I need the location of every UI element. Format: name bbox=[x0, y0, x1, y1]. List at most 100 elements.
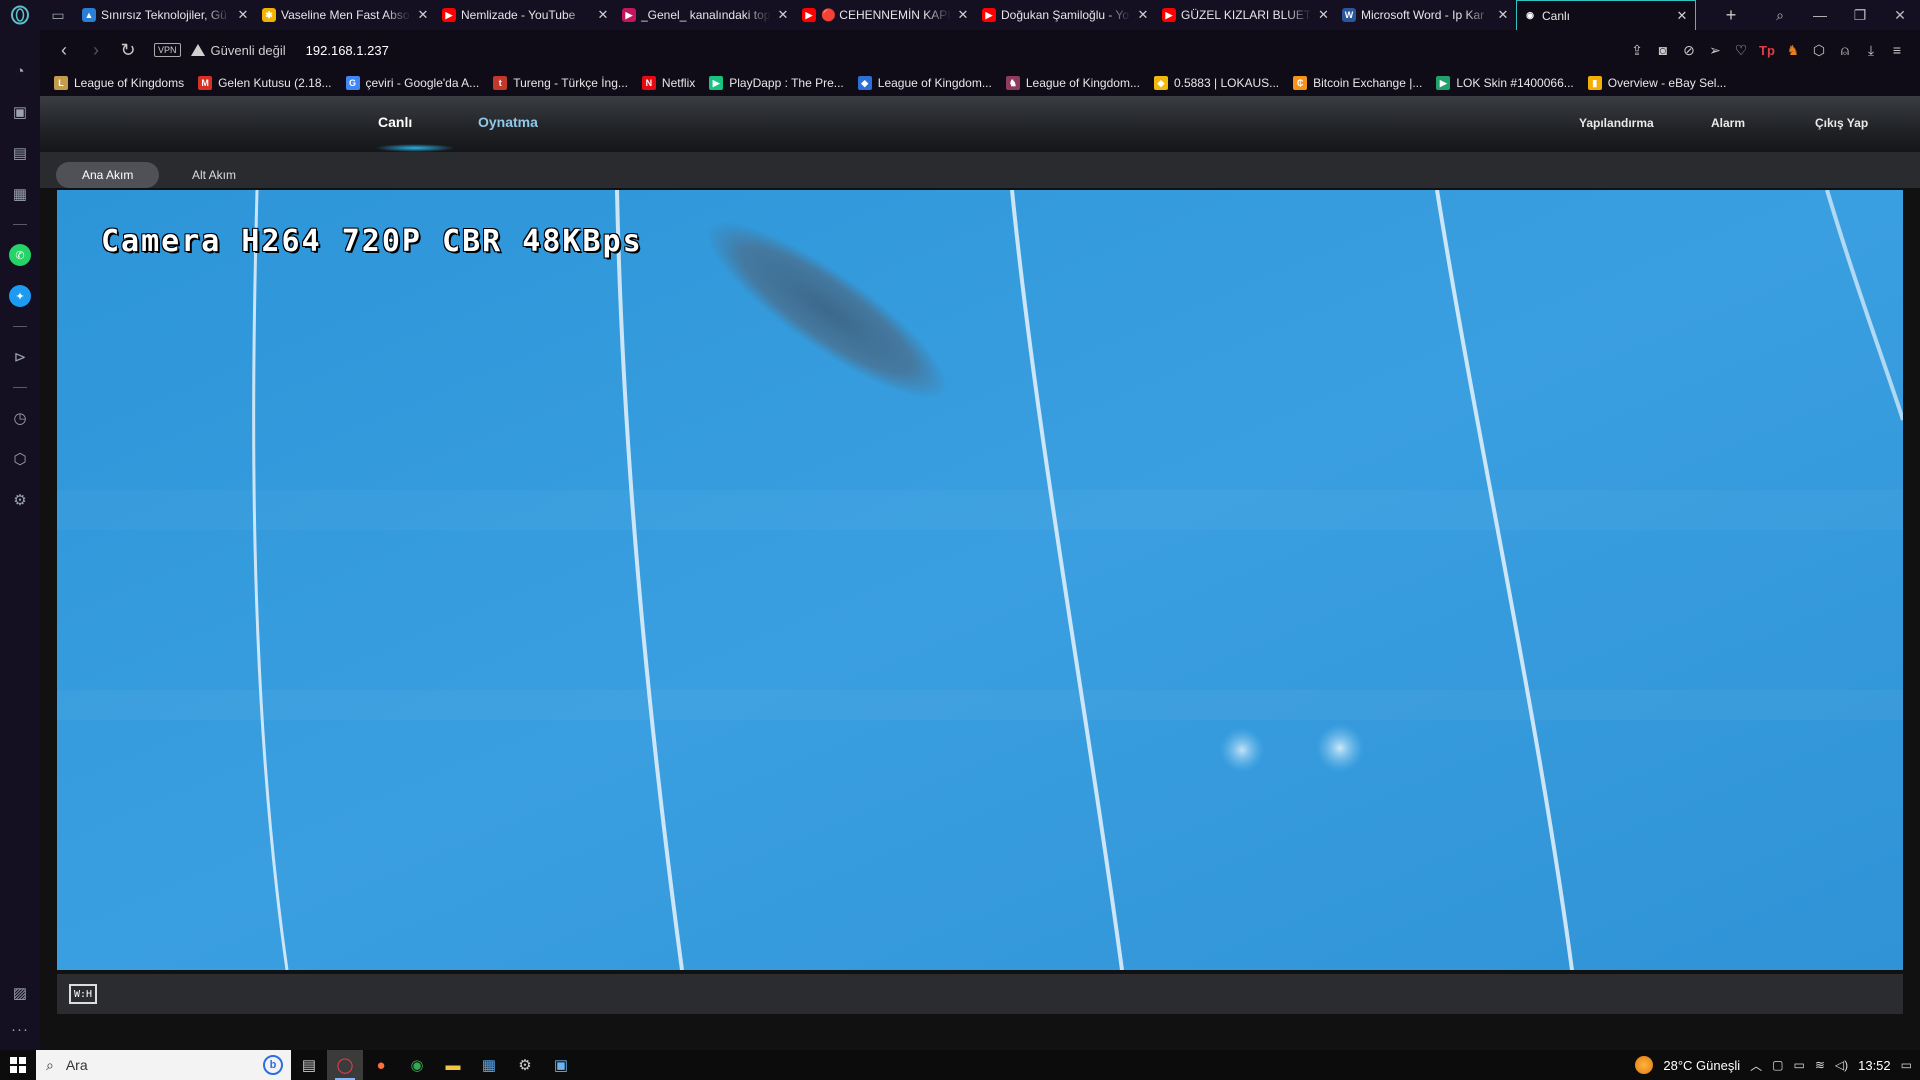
browser-tab-bar: ▭ ▲ Sınırsız Teknolojiler, Gü ✕ ✱ Vaseline M… bbox=[0, 0, 1920, 30]
aspect-ratio-button[interactable]: W:H bbox=[69, 984, 97, 1004]
remote-desktop-icon[interactable]: ▣ bbox=[543, 1050, 579, 1080]
firefox-icon[interactable]: ● bbox=[363, 1050, 399, 1080]
live-video-view[interactable]: Camera H264 720P CBR 48KBps bbox=[57, 190, 1903, 970]
wifi-icon[interactable]: ≋ bbox=[1815, 1058, 1825, 1072]
url-field[interactable]: 192.168.1.237 bbox=[306, 43, 389, 58]
tab-close-icon[interactable]: ✕ bbox=[1675, 8, 1689, 24]
bookmark-label: Overview - eBay Sel... bbox=[1607, 76, 1727, 90]
notification-icon[interactable]: ▭ bbox=[1901, 1058, 1912, 1072]
speed-dial-icon[interactable]: ◔ bbox=[9, 60, 31, 82]
browser-tab[interactable]: W Microsoft Word - Ip Kar ✕ bbox=[1336, 0, 1516, 30]
vpn-badge[interactable]: VPN bbox=[154, 43, 181, 57]
taskbar-search[interactable]: ⌕ Ara b bbox=[36, 1050, 291, 1080]
sidebar-divider bbox=[13, 224, 27, 225]
browser-tab[interactable]: ▶ Nemlizade - YouTube ✕ bbox=[436, 0, 616, 30]
whatsapp-icon[interactable]: ✆ bbox=[9, 244, 31, 266]
history-icon[interactable]: ◷ bbox=[9, 407, 31, 429]
tab-close-icon[interactable]: ✕ bbox=[596, 7, 610, 23]
tab-close-icon[interactable]: ✕ bbox=[1136, 7, 1150, 23]
bookmark-item[interactable]: ♞ League of Kingdom... bbox=[1005, 76, 1140, 90]
new-tab-button[interactable]: + bbox=[1716, 0, 1746, 30]
workspaces-icon[interactable]: ▭ bbox=[40, 0, 76, 30]
bookmark-item[interactable]: ▮ Overview - eBay Sel... bbox=[1587, 76, 1727, 90]
settings-taskbar-icon[interactable]: ⚙ bbox=[507, 1050, 543, 1080]
browser-tab[interactable]: ◉ Canlı ✕ bbox=[1516, 0, 1696, 30]
player-icon[interactable]: ⊳ bbox=[9, 346, 31, 368]
bookmark-favicon-icon: ▶ bbox=[709, 76, 724, 90]
store-icon[interactable]: ▦ bbox=[471, 1050, 507, 1080]
bookmark-heart-icon[interactable]: ♡ bbox=[1728, 42, 1754, 59]
volume-icon[interactable]: ◁) bbox=[1835, 1058, 1848, 1072]
bing-icon[interactable]: b bbox=[263, 1055, 283, 1075]
restore-button[interactable]: ❐ bbox=[1840, 7, 1880, 24]
logout-link[interactable]: Çıkış Yap bbox=[1815, 116, 1868, 130]
tab-live[interactable]: Canlı bbox=[378, 114, 412, 130]
metamask-icon[interactable]: ♞ bbox=[1780, 42, 1806, 59]
extensions-icon[interactable]: ⬡ bbox=[9, 448, 31, 470]
tab-close-icon[interactable]: ✕ bbox=[1317, 7, 1330, 23]
bookmark-item[interactable]: Gçeviri - Google'da A... bbox=[345, 76, 479, 90]
bookmark-item[interactable]: t Tureng - Türkçe İng... bbox=[493, 76, 628, 90]
config-link[interactable]: Yapılandırma bbox=[1579, 116, 1654, 130]
twitter-icon[interactable]: ✦ bbox=[9, 285, 31, 307]
more-icon[interactable]: ··· bbox=[9, 1018, 31, 1040]
clock[interactable]: 13:52 bbox=[1858, 1058, 1891, 1073]
profile-icon[interactable]: ⍝ bbox=[1832, 42, 1858, 59]
task-view-icon[interactable]: ▤ bbox=[291, 1050, 327, 1080]
weather-sun-icon[interactable] bbox=[1635, 1056, 1654, 1074]
alarm-link[interactable]: Alarm bbox=[1711, 116, 1745, 130]
tab-playback[interactable]: Oynatma bbox=[478, 114, 538, 130]
reload-button[interactable]: ↻ bbox=[112, 40, 144, 61]
wallet-icon[interactable]: ▦ bbox=[9, 183, 31, 205]
browser-tab[interactable]: ✱ Vaseline Men Fast Abso ✕ bbox=[256, 0, 436, 30]
download-icon[interactable]: ⤓ bbox=[1858, 42, 1884, 59]
bookmark-item[interactable]: L League of Kingdoms bbox=[54, 76, 184, 90]
adblock-icon[interactable]: ⊘ bbox=[1676, 42, 1702, 59]
tray-expand-icon[interactable]: ︿ bbox=[1750, 1057, 1762, 1074]
sub-stream-button[interactable]: Alt Akım bbox=[166, 162, 262, 188]
browser-tab[interactable]: ▲ Sınırsız Teknolojiler, Gü ✕ bbox=[76, 0, 256, 30]
tp-extension-icon[interactable]: Tp bbox=[1754, 43, 1780, 58]
chrome-icon[interactable]: ◉ bbox=[399, 1050, 435, 1080]
share-icon[interactable]: ⇪ bbox=[1624, 42, 1650, 59]
bookmark-item[interactable]: ▶ LOK Skin #1400066... bbox=[1436, 76, 1574, 90]
gallery-icon[interactable]: ▨ bbox=[9, 982, 31, 1004]
forward-button[interactable]: › bbox=[80, 40, 112, 61]
back-button[interactable]: ‹ bbox=[48, 40, 80, 61]
extension-cube-icon[interactable]: ⬡ bbox=[1806, 42, 1832, 59]
minimize-button[interactable]: — bbox=[1800, 7, 1840, 23]
browser-tab[interactable]: ▶ 🔴 CEHENNEMİN KAPI ✕ bbox=[796, 0, 976, 30]
battery-icon[interactable]: ▭ bbox=[1793, 1058, 1804, 1072]
tab-close-icon[interactable]: ✕ bbox=[776, 7, 790, 23]
browser-tab[interactable]: ▶ Doğukan Şamiloğlu - Yo ✕ bbox=[976, 0, 1156, 30]
opera-gx-taskbar-icon[interactable]: ◯ bbox=[327, 1050, 363, 1080]
bookmark-item[interactable]: ₵ Bitcoin Exchange |... bbox=[1293, 76, 1422, 90]
tab-close-icon[interactable]: ✕ bbox=[956, 7, 970, 23]
settings-icon[interactable]: ⚙ bbox=[9, 489, 31, 511]
browser-tab[interactable]: ▶ _Genel_ kanalındaki top ✕ bbox=[616, 0, 796, 30]
bookmark-item[interactable]: M Gelen Kutusu (2.18... bbox=[198, 76, 332, 90]
shopping-bag-icon[interactable]: ▣ bbox=[9, 101, 31, 123]
tab-close-icon[interactable]: ✕ bbox=[1496, 7, 1510, 23]
bookmark-favicon-icon: N bbox=[641, 76, 656, 90]
bookmark-item[interactable]: N Netflix bbox=[641, 76, 695, 90]
easy-setup-icon[interactable]: ≡ bbox=[1884, 42, 1910, 58]
start-button[interactable] bbox=[0, 1050, 36, 1080]
browser-tab[interactable]: ▶ GÜZEL KIZLARI BLUETO ✕ bbox=[1156, 0, 1336, 30]
close-window-button[interactable]: ✕ bbox=[1880, 7, 1920, 24]
main-stream-button[interactable]: Ana Akım bbox=[56, 162, 160, 188]
snapshot-icon[interactable]: ◙ bbox=[1650, 42, 1676, 58]
bookmark-item[interactable]: ◆ 0.5883 | LOKAUS... bbox=[1153, 76, 1279, 90]
tab-close-icon[interactable]: ✕ bbox=[236, 7, 250, 23]
security-indicator[interactable]: Güvenli değil bbox=[190, 43, 286, 58]
tab-search-icon[interactable]: ⌕ bbox=[1760, 7, 1800, 24]
device-icon[interactable]: ▢ bbox=[1772, 1058, 1783, 1072]
send-icon[interactable]: ➢ bbox=[1702, 42, 1728, 59]
bookmark-item[interactable]: ▶ PlayDapp : The Pre... bbox=[709, 76, 844, 90]
opera-gx-logo[interactable] bbox=[0, 0, 40, 30]
tab-close-icon[interactable]: ✕ bbox=[416, 7, 430, 23]
twitch-icon[interactable]: ▤ bbox=[9, 142, 31, 164]
weather-text[interactable]: 28°C Güneşli bbox=[1663, 1058, 1740, 1073]
bookmark-item[interactable]: ◆ League of Kingdom... bbox=[857, 76, 992, 90]
file-explorer-icon[interactable]: ▬ bbox=[435, 1050, 471, 1080]
